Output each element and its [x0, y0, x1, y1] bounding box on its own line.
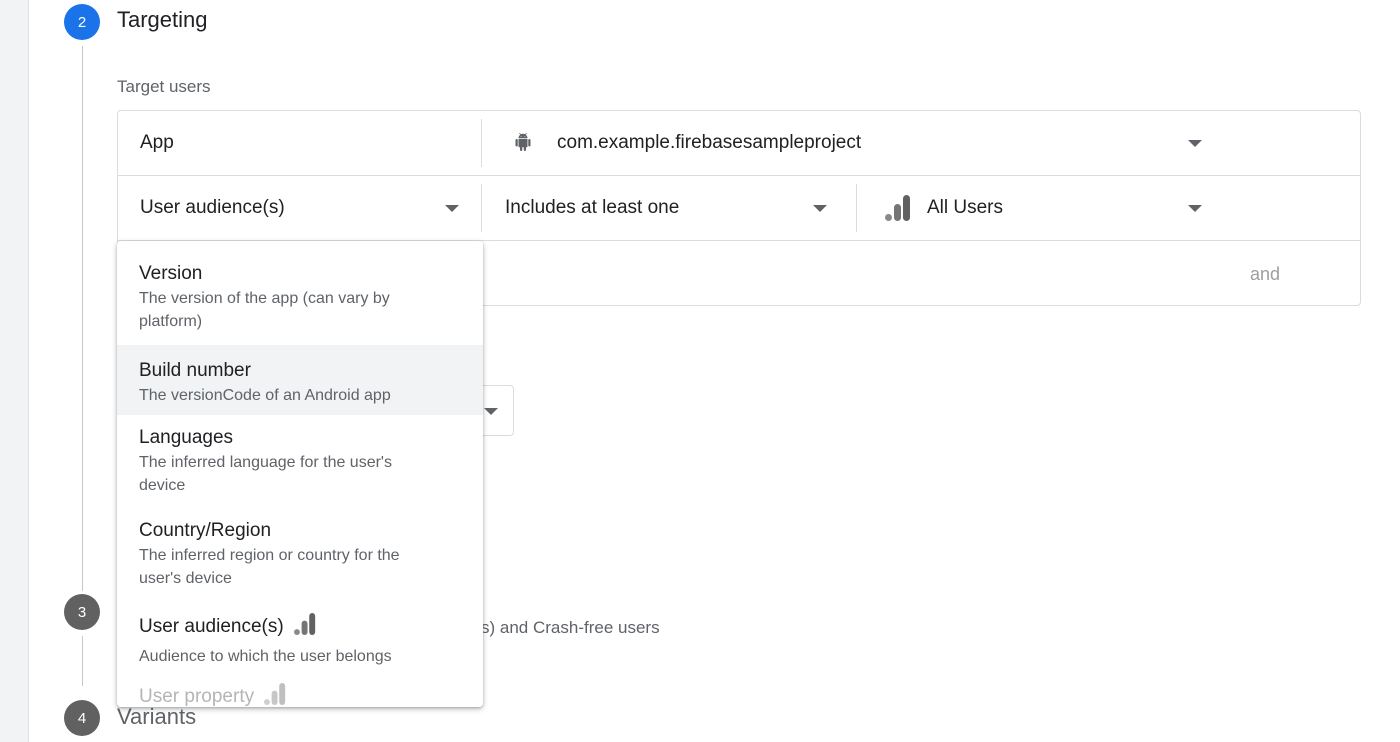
- audience-attribute-select[interactable]: User audience(s): [118, 176, 481, 241]
- option-user-audience[interactable]: User audience(s) Audience to which the u…: [117, 611, 483, 681]
- app-label: App: [140, 132, 174, 153]
- app-row: App com.example.firebasesampleproject: [118, 111, 1360, 176]
- chevron-down-icon: [1188, 140, 1202, 147]
- audience-label: User audience(s): [140, 197, 285, 218]
- option-title-row: User property: [139, 681, 461, 707]
- operator-select[interactable]: [480, 385, 514, 436]
- option-title: User audience(s): [139, 616, 284, 637]
- option-user-property[interactable]: User property: [117, 681, 483, 707]
- step-4-title: Variants: [117, 704, 197, 729]
- option-title-row: User audience(s): [139, 611, 461, 643]
- app-select[interactable]: com.example.firebasesampleproject: [482, 111, 1222, 176]
- analytics-icon: [293, 611, 316, 643]
- chevron-down-icon: [1188, 205, 1202, 212]
- target-users-label: Target users: [117, 77, 211, 96]
- goals-summary: s) and Crash-free users: [481, 618, 660, 637]
- option-version[interactable]: Version The version of the app (can vary…: [117, 263, 483, 345]
- and-button[interactable]: and: [1250, 264, 1280, 285]
- condition-value: Includes at least one: [505, 197, 680, 218]
- audience-value: All Users: [927, 197, 1004, 218]
- option-build-number[interactable]: Build number The versionCode of an Andro…: [117, 345, 483, 415]
- step-4-indicator: 4: [64, 700, 100, 736]
- step-2-title: Targeting: [117, 7, 208, 32]
- chevron-down-icon: [484, 408, 498, 415]
- step-connector: [82, 46, 83, 591]
- option-desc: The inferred language for the user's dev…: [139, 454, 392, 494]
- option-title: User property: [139, 686, 255, 707]
- option-desc: The inferred region or country for the u…: [139, 547, 400, 587]
- android-icon: [514, 133, 532, 156]
- step-2-number: 2: [77, 13, 87, 31]
- option-languages[interactable]: Languages The inferred language for the …: [117, 427, 483, 512]
- analytics-icon: [264, 681, 286, 707]
- step-3-number: 3: [77, 603, 87, 621]
- analytics-icon: [885, 193, 911, 228]
- chevron-down-icon: [813, 205, 827, 212]
- audience-row: User audience(s) Includes at least one A…: [118, 176, 1360, 241]
- option-title: Country/Region: [139, 520, 272, 541]
- option-title: Build number: [139, 360, 251, 381]
- option-desc: The versionCode of an Android app: [139, 387, 391, 404]
- step-3-indicator: 3: [64, 594, 100, 630]
- attribute-dropdown-menu: Version The version of the app (can vary…: [117, 241, 483, 707]
- option-country-region[interactable]: Country/Region The inferred region or co…: [117, 520, 483, 605]
- option-title: Languages: [139, 427, 234, 448]
- option-desc: Audience to which the user belongs: [139, 648, 392, 665]
- step-4-number: 4: [77, 709, 87, 727]
- step-connector: [82, 636, 83, 686]
- step-2-indicator: 2: [64, 4, 100, 40]
- condition-select[interactable]: Includes at least one: [482, 176, 856, 241]
- audience-value-select[interactable]: All Users: [857, 176, 1217, 241]
- chevron-down-icon: [445, 205, 459, 212]
- option-desc: The version of the app (can vary by plat…: [139, 290, 390, 330]
- app-value: com.example.firebasesampleproject: [557, 132, 862, 153]
- option-title: Version: [139, 263, 203, 284]
